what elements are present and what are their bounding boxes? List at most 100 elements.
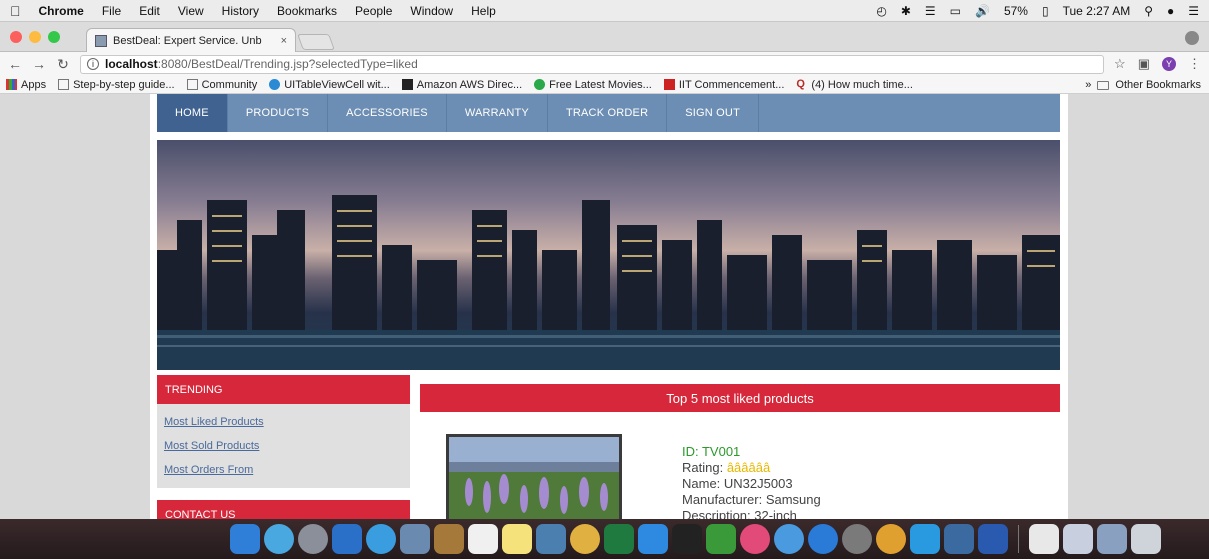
airplay-icon[interactable]: ▭ (950, 4, 961, 18)
skyline-illustration (157, 195, 1060, 370)
photos-icon[interactable] (570, 524, 600, 554)
url-path: :8080/BestDeal/Trending.jsp?selectedType… (157, 57, 418, 71)
profile-icon[interactable] (1185, 31, 1199, 45)
zoom-window-button[interactable] (48, 31, 60, 43)
city-skyline-banner (157, 140, 1060, 370)
macos-menubar:  Chrome File Edit View History Bookmark… (0, 0, 1209, 22)
menu-help[interactable]: Help (471, 4, 496, 18)
window-controls (10, 31, 60, 43)
messages-icon[interactable] (638, 524, 668, 554)
folder-icon (1097, 80, 1110, 90)
bookmark-amazon-aws[interactable]: Amazon AWS Direc... (401, 79, 522, 91)
bookmarks-overflow-icon[interactable]: » (1085, 79, 1091, 91)
close-tab-icon[interactable]: × (281, 35, 287, 47)
nav-warranty[interactable]: WARRANTY (447, 94, 548, 132)
tv-flowers-illustration (449, 437, 619, 531)
facetime-icon[interactable] (706, 524, 736, 554)
extension-icon[interactable]: ▣ (1138, 56, 1150, 72)
menu-file[interactable]: File (102, 4, 121, 18)
clock[interactable]: Tue 2:27 AM (1063, 4, 1131, 18)
bluetooth-icon[interactable]: ✱ (901, 4, 911, 18)
link-most-sold[interactable]: Most Sold Products (164, 434, 404, 458)
bookmark-free-movies[interactable]: Free Latest Movies... (534, 79, 652, 91)
system-preferences-icon[interactable] (842, 524, 872, 554)
bookmark-step-by-step[interactable]: Step-by-step guide... (58, 79, 175, 91)
site-info-icon[interactable]: i (87, 58, 99, 70)
app-store-icon[interactable] (808, 524, 838, 554)
link-most-orders-from[interactable]: Most Orders From (164, 458, 404, 482)
wifi-icon[interactable]: ☰ (925, 4, 936, 18)
new-tab-button[interactable] (297, 34, 335, 50)
trending-links: Most Liked Products Most Sold Products M… (157, 404, 410, 488)
other-bookmarks[interactable]: Other Bookmarks (1115, 79, 1201, 91)
chat-icon[interactable] (774, 524, 804, 554)
nav-track-order[interactable]: TRACK ORDER (548, 94, 668, 132)
play-icon (534, 79, 546, 90)
webpage: HOME PRODUCTS ACCESSORIES WARRANTY TRACK… (150, 94, 1068, 534)
excel-icon[interactable] (604, 524, 634, 554)
close-window-button[interactable] (10, 31, 22, 43)
downloads-stack-icon[interactable] (1063, 524, 1093, 554)
apple-icon[interactable]:  (10, 3, 21, 19)
preview-icon[interactable] (400, 524, 430, 554)
nav-accessories[interactable]: ACCESSORIES (328, 94, 447, 132)
chrome-icon[interactable] (876, 524, 906, 554)
iit-logo-icon (663, 79, 675, 90)
link-most-liked[interactable]: Most Liked Products (164, 410, 404, 434)
nav-products[interactable]: PRODUCTS (228, 94, 329, 132)
mysql-workbench-icon[interactable] (944, 524, 974, 554)
menu-view[interactable]: View (178, 4, 204, 18)
minimize-window-button[interactable] (29, 31, 41, 43)
notes-icon[interactable] (502, 524, 532, 554)
battery-percent[interactable]: 57% (1004, 4, 1028, 18)
finder-icon[interactable] (230, 524, 260, 554)
menu-bookmarks[interactable]: Bookmarks (277, 4, 337, 18)
bookmark-iit-commencement[interactable]: IIT Commencement... (663, 79, 784, 91)
xcode-icon[interactable] (910, 524, 940, 554)
tab-title: BestDeal: Expert Service. Unb (113, 34, 262, 47)
image-capture-icon[interactable] (536, 524, 566, 554)
siri-icon[interactable]: ● (1167, 4, 1174, 18)
contacts-icon[interactable] (434, 524, 464, 554)
bookmark-apps[interactable]: Apps (6, 79, 46, 91)
document-icon[interactable] (1029, 524, 1059, 554)
page-icon (58, 79, 70, 90)
back-icon[interactable]: ← (8, 56, 22, 72)
trash-icon[interactable] (1131, 524, 1161, 554)
itunes-icon[interactable] (740, 524, 770, 554)
screenshot-stack-icon[interactable] (1097, 524, 1127, 554)
spotlight-icon[interactable]: ⚲ (1144, 4, 1153, 18)
launchpad-icon[interactable] (298, 524, 328, 554)
toolbar-actions: ☆ ▣ Y ⋮ (1114, 56, 1201, 72)
bookmark-community[interactable]: Community (186, 79, 257, 91)
menu-people[interactable]: People (355, 4, 392, 18)
menu-kebab-icon[interactable]: ⋮ (1188, 56, 1201, 72)
reload-icon[interactable]: ↻ (56, 56, 70, 73)
time-machine-icon[interactable]: ◴ (876, 4, 886, 18)
address-bar[interactable]: i localhost :8080/BestDeal/Trending.jsp?… (80, 54, 1105, 74)
word-icon[interactable] (978, 524, 1008, 554)
vscode-icon[interactable] (332, 524, 362, 554)
volume-icon[interactable]: 🔊 (975, 4, 990, 18)
menu-app-chrome[interactable]: Chrome (39, 4, 84, 18)
siri-dock-icon[interactable] (264, 524, 294, 554)
extension-y-icon[interactable]: Y (1162, 57, 1176, 71)
calendar-icon[interactable] (468, 524, 498, 554)
menu-window[interactable]: Window (410, 4, 453, 18)
nav-sign-out[interactable]: SIGN OUT (667, 94, 759, 132)
nav-home[interactable]: HOME (157, 94, 228, 132)
forward-icon[interactable]: → (32, 56, 46, 72)
menu-history[interactable]: History (222, 4, 259, 18)
bookmark-star-icon[interactable]: ☆ (1114, 56, 1126, 72)
apps-grid-icon (6, 79, 17, 90)
terminal-icon[interactable] (672, 524, 702, 554)
browser-tab[interactable]: BestDeal: Expert Service. Unb × (86, 28, 296, 52)
bookmark-uitableviewcell[interactable]: UITableViewCell wit... (269, 79, 390, 91)
bookmark-quora[interactable]: Q (4) How much time... (796, 79, 912, 91)
menu-edit[interactable]: Edit (139, 4, 160, 18)
notification-center-icon[interactable]: ☰ (1188, 4, 1199, 18)
safari-icon[interactable] (366, 524, 396, 554)
battery-icon[interactable]: ▯ (1042, 4, 1049, 18)
quora-icon: Q (796, 78, 805, 90)
bookmarks-bar: Apps Step-by-step guide... Community UIT… (0, 76, 1209, 94)
